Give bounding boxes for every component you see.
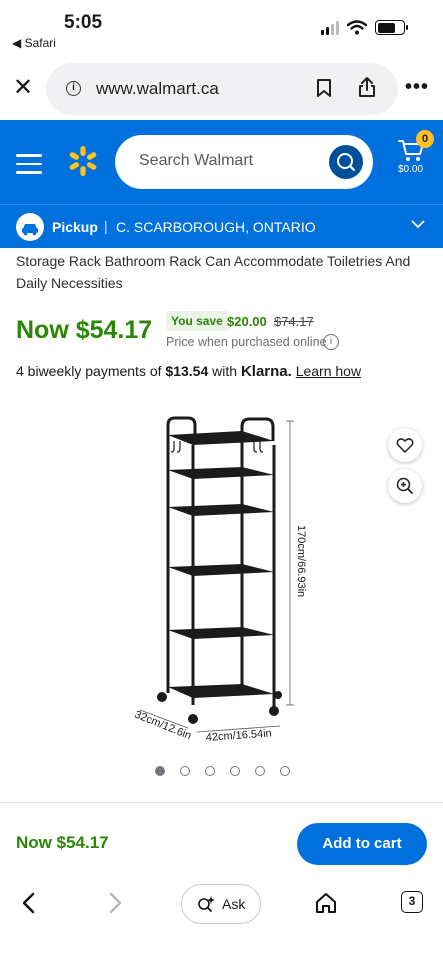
- walmart-spark-logo[interactable]: [66, 144, 100, 178]
- status-icons: [321, 20, 408, 35]
- menu-icon[interactable]: [16, 154, 42, 180]
- klarna-prefix: 4 biweekly payments of: [16, 363, 162, 379]
- browser-url-row: ✕ i www.walmart.ca •••: [0, 58, 443, 120]
- address-bar[interactable]: i www.walmart.ca: [46, 63, 398, 115]
- save-amount: $20.00: [227, 314, 267, 329]
- zoom-in-icon: [396, 477, 413, 494]
- favorite-button[interactable]: [388, 428, 422, 462]
- pickup-separator: |: [104, 218, 108, 234]
- cellular-signal-icon: [321, 20, 339, 35]
- ask-button[interactable]: Ask: [181, 884, 261, 924]
- carousel-dot[interactable]: [230, 766, 240, 776]
- price-info-icon[interactable]: i: [323, 334, 339, 350]
- klarna-installments: 4 biweekly payments of $13.54 with Klarn…: [16, 363, 361, 380]
- tabs-count-icon[interactable]: 3: [401, 891, 423, 913]
- ask-label: Ask: [222, 896, 246, 912]
- browser-toolbar: Ask 3: [0, 876, 443, 960]
- search-button[interactable]: [329, 145, 363, 179]
- depth-dimension-label: 32cm/12.6in: [133, 709, 193, 743]
- back-arrow-icon[interactable]: [18, 891, 40, 915]
- product-title: Storage Rack Bathroom Rack Can Accommoda…: [16, 253, 411, 291]
- forward-arrow-icon[interactable]: [104, 891, 126, 915]
- home-icon[interactable]: [314, 891, 338, 915]
- klarna-with: with: [212, 363, 238, 379]
- you-save-badge: You save: [166, 311, 228, 331]
- search-placeholder: Search Walmart: [139, 152, 254, 169]
- back-to-safari-link[interactable]: ◀ Safari: [12, 36, 56, 50]
- carousel-dot[interactable]: [180, 766, 190, 776]
- status-bar: 5:05 ◀ Safari: [0, 0, 443, 58]
- search-input[interactable]: Search Walmart: [115, 135, 373, 189]
- status-time: 5:05: [64, 12, 103, 33]
- zoom-button[interactable]: [388, 469, 422, 503]
- share-icon[interactable]: [358, 76, 376, 98]
- chevron-down-icon[interactable]: [411, 219, 425, 229]
- site-info-icon[interactable]: i: [66, 81, 81, 96]
- price-note: Price when purchased online: [166, 335, 327, 349]
- close-icon[interactable]: ✕: [10, 76, 36, 100]
- site-header: Search Walmart 0 $0.00: [0, 120, 443, 204]
- klarna-amount: $13.54: [165, 363, 209, 379]
- learn-how-link[interactable]: Learn how: [296, 363, 361, 379]
- add-to-cart-button[interactable]: Add to cart: [297, 823, 427, 865]
- cart-button[interactable]: 0 $0.00: [394, 130, 434, 194]
- search-icon: [337, 153, 356, 172]
- height-dimension-label: 170cm/66.93in: [295, 525, 307, 597]
- cart-count-badge: 0: [416, 130, 434, 148]
- product-image[interactable]: 170cm/66.93in 32cm/12.6in 42cm/16.54in: [100, 405, 330, 755]
- klarna-logo: Klarna.: [240, 363, 292, 380]
- more-options-icon[interactable]: •••: [405, 76, 429, 99]
- width-dimension-label: 42cm/16.54in: [205, 727, 272, 744]
- pickup-label: Pickup: [52, 219, 98, 235]
- current-price: Now $54.17: [16, 316, 153, 344]
- pickup-location-bar[interactable]: Pickup | C. SCARBOROUGH, ONTARIO: [0, 204, 443, 248]
- carousel-dot[interactable]: [155, 766, 165, 776]
- heart-icon: [396, 438, 414, 453]
- sticky-price: Now $54.17: [16, 833, 109, 852]
- wifi-icon: [347, 20, 367, 35]
- sticky-add-to-cart-bar: Now $54.17 Add to cart: [0, 802, 443, 876]
- carousel-dot[interactable]: [280, 766, 290, 776]
- cart-total: $0.00: [398, 164, 424, 175]
- battery-icon: [375, 20, 408, 35]
- bookmark-icon[interactable]: [316, 78, 332, 98]
- url-text[interactable]: www.walmart.ca: [96, 79, 219, 99]
- carousel-dot[interactable]: [255, 766, 265, 776]
- carousel-dot[interactable]: [205, 766, 215, 776]
- image-carousel-dots: [155, 766, 290, 776]
- original-price: $74.17: [274, 314, 314, 329]
- sparkle-search-icon: [198, 896, 215, 912]
- pickup-store-location: C. SCARBOROUGH, ONTARIO: [116, 219, 316, 235]
- pickup-car-icon: [16, 213, 44, 241]
